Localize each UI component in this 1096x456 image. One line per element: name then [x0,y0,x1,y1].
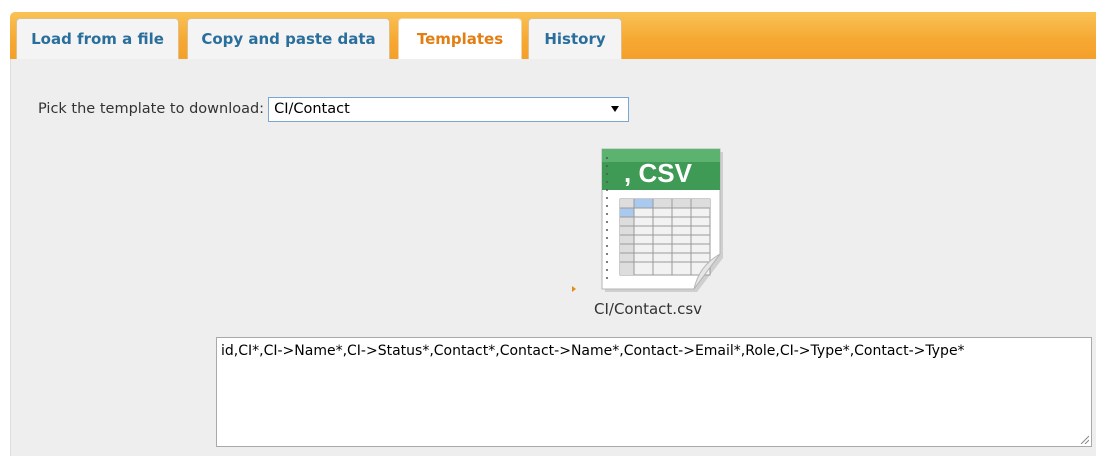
dropdown-arrow-icon [611,105,620,112]
csv-icon-label: , CSV [624,158,693,188]
tab-templates[interactable]: Templates [398,18,522,59]
tab-bar: Load from a file Copy and paste data Tem… [10,12,1096,59]
tab-load-from-file[interactable]: Load from a file [16,18,179,59]
template-picker-label: Pick the template to download: [38,101,265,117]
bullet-marker-icon [572,286,576,292]
csv-file-link[interactable]: CI/Contact.csv [594,300,724,318]
resize-grip-icon[interactable] [1079,434,1089,444]
tab-history[interactable]: History [528,18,622,59]
template-select[interactable]: CI/Contact [268,96,630,122]
template-text: id,CI*,CI->Name*,CI->Status*,Contact*,Co… [221,343,965,359]
template-text-area[interactable]: id,CI*,CI->Name*,CI->Status*,Contact*,Co… [216,337,1092,447]
template-select-value: CI/Contact [274,101,350,117]
template-picker-row: Pick the template to download: CI/Contac… [38,96,630,122]
tab-copy-paste-data[interactable]: Copy and paste data [187,18,390,59]
csv-file-icon[interactable]: , CSV [596,146,728,296]
